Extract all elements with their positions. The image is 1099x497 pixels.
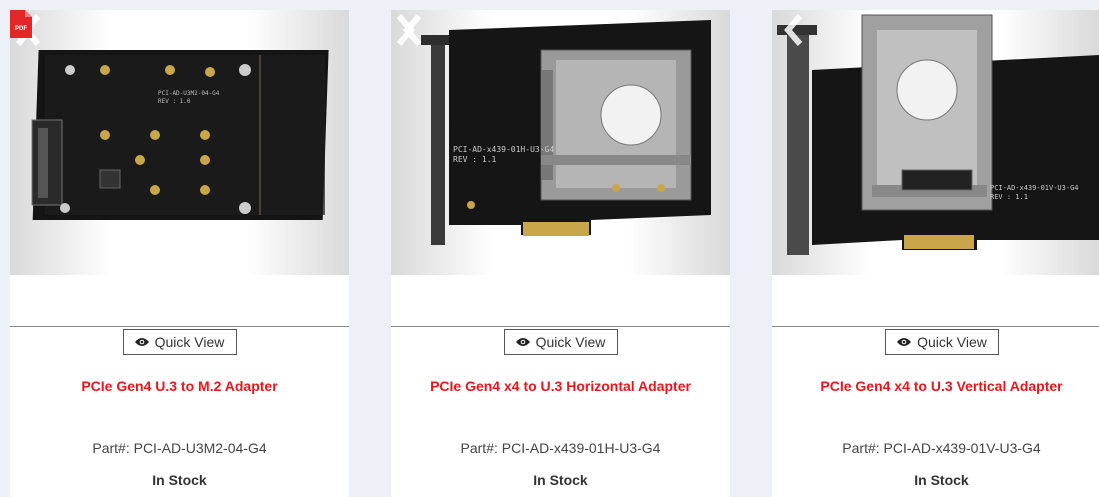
product-image: PCI-AD-U3M2-04-G4 REV : 1.0 xyxy=(31,50,329,220)
quick-view-label: Quick View xyxy=(154,334,225,350)
eye-icon xyxy=(134,338,149,346)
product-image-carousel[interactable]: PCI-AD-U3M2-04-G4 REV : 1.0 PDF xyxy=(10,10,349,275)
product-title-link[interactable]: PCIe Gen4 x4 to U.3 Horizontal Adapter xyxy=(391,378,730,394)
divider xyxy=(772,326,1099,327)
svg-text:REV : 1.0: REV : 1.0 xyxy=(158,98,191,105)
svg-text:REV : 1.1: REV : 1.1 xyxy=(453,155,497,164)
quick-view-button[interactable]: Quick View xyxy=(122,329,237,355)
quick-view-label: Quick View xyxy=(535,334,606,350)
pdf-icon[interactable]: PDF xyxy=(10,10,32,38)
product-title-link[interactable]: PCIe Gen4 x4 to U.3 Vertical Adapter xyxy=(772,378,1099,394)
svg-text:PCI-AD-x439-01H-U3-G4: PCI-AD-x439-01H-U3-G4 xyxy=(453,145,554,154)
product-card[interactable]: PCI-AD-x439-01V-U3-G4 REV : 1.1 Quick Vi… xyxy=(772,10,1099,497)
product-image: PCI-AD-x439-01H-U3-G4 REV : 1.1 xyxy=(421,20,711,245)
carousel-next-icon[interactable] xyxy=(391,10,419,50)
stock-status: In Stock xyxy=(914,472,969,488)
svg-text:REV : 1.1: REV : 1.1 xyxy=(990,193,1028,201)
quick-view-label: Quick View xyxy=(917,334,987,350)
part-number: Part#: PCI-AD-x439-01H-U3-G4 xyxy=(460,440,661,456)
product-image-carousel[interactable]: PCI-AD-x439-01V-U3-G4 REV : 1.1 xyxy=(772,10,1099,275)
quick-view-button[interactable]: Quick View xyxy=(503,329,618,355)
svg-text:PCI-AD-U3M2-04-G4: PCI-AD-U3M2-04-G4 xyxy=(158,90,220,97)
product-title-link[interactable]: PCIe Gen4 U.3 to M.2 Adapter xyxy=(10,378,349,394)
divider xyxy=(10,326,349,327)
part-number: Part#: PCI-AD-x439-01V-U3-G4 xyxy=(842,440,1041,456)
product-card[interactable]: PCI-AD-U3M2-04-G4 REV : 1.0 PDF Quick Vi… xyxy=(10,10,349,497)
quick-view-button[interactable]: Quick View xyxy=(885,329,999,355)
stock-status: In Stock xyxy=(533,472,588,488)
pdf-label: PDF xyxy=(15,26,27,32)
part-number: Part#: PCI-AD-U3M2-04-G4 xyxy=(92,440,267,456)
carousel-prev-icon[interactable] xyxy=(780,10,808,50)
product-card[interactable]: PCI-AD-x439-01H-U3-G4 REV : 1.1 Quick Vi… xyxy=(391,10,730,497)
divider xyxy=(391,326,730,327)
svg-text:PCI-AD-x439-01V-U3-G4: PCI-AD-x439-01V-U3-G4 xyxy=(990,184,1079,192)
product-image-carousel[interactable]: PCI-AD-x439-01H-U3-G4 REV : 1.1 xyxy=(391,10,730,275)
product-image: PCI-AD-x439-01V-U3-G4 REV : 1.1 xyxy=(777,14,1099,255)
stock-status: In Stock xyxy=(152,472,207,488)
eye-icon xyxy=(515,338,530,346)
eye-icon xyxy=(897,338,912,346)
